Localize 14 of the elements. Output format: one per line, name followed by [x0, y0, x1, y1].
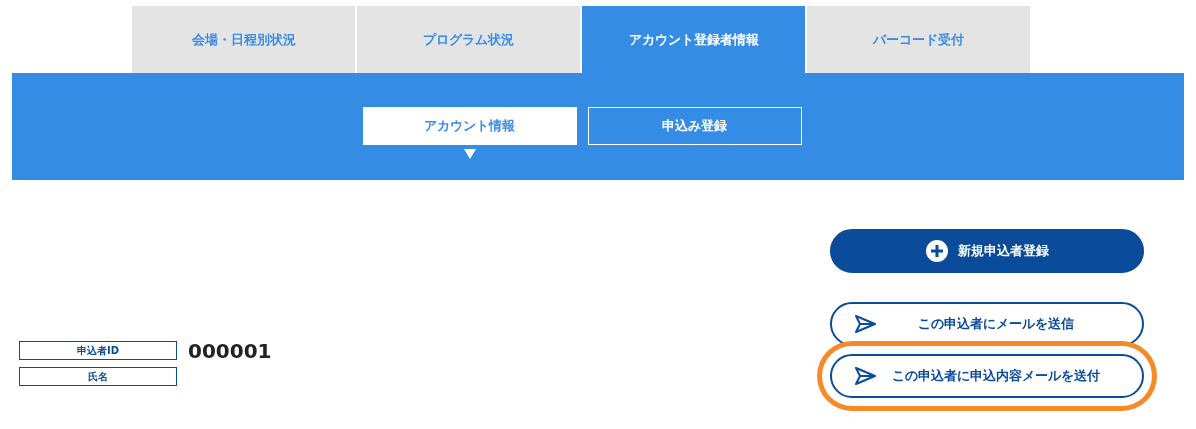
plus-icon [925, 240, 948, 262]
send-icon [854, 365, 876, 387]
send-icon [854, 313, 876, 335]
field-label: 氏名 [19, 367, 177, 386]
field-value: 000001 [188, 337, 272, 365]
field-label: 申込者ID [19, 341, 177, 360]
nav-tab[interactable]: 会場・日程別状況 [132, 6, 355, 73]
add-button[interactable]: 新規申込者登録 [830, 229, 1144, 273]
nav-tab[interactable]: アカウント登録者情報 [582, 6, 805, 73]
nav-tab[interactable]: プログラム状況 [357, 6, 580, 73]
sub-tab[interactable]: 申込み登録 [587, 107, 802, 145]
pointer-icon [463, 149, 476, 159]
nav-tab[interactable]: バーコード受付 [807, 6, 1030, 73]
sub-tab[interactable]: アカウント情報 [362, 107, 577, 145]
